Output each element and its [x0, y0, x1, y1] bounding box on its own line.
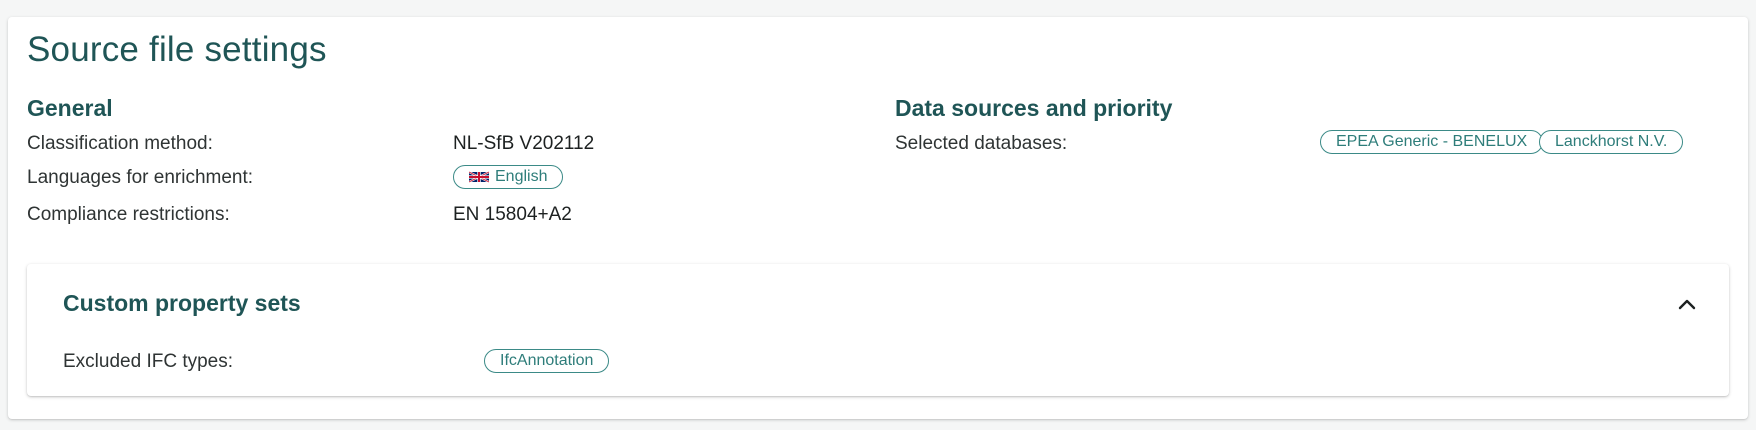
uk-flag-icon	[469, 171, 489, 183]
source-file-settings-card: Source file settings General Classificat…	[8, 17, 1748, 419]
database-chip-epea: EPEA Generic - BENELUX	[1320, 130, 1544, 154]
excluded-ifc-types-label: Excluded IFC types:	[63, 351, 234, 372]
classification-method-label: Classification method:	[27, 133, 213, 154]
languages-label: Languages for enrichment:	[27, 167, 254, 188]
page-title: Source file settings	[27, 30, 327, 69]
compliance-restrictions-value: EN 15804+A2	[453, 204, 572, 225]
selected-databases-label: Selected databases:	[895, 133, 1068, 154]
custom-property-sets-heading: Custom property sets	[63, 290, 301, 316]
collapse-toggle-button[interactable]	[1673, 290, 1701, 318]
language-chip-english: English	[453, 165, 564, 189]
general-heading: General	[27, 95, 113, 121]
chevron-up-icon	[1678, 299, 1696, 310]
data-sources-heading: Data sources and priority	[895, 95, 1173, 121]
excluded-ifc-type-chip: IfcAnnotation	[484, 349, 610, 373]
compliance-restrictions-label: Compliance restrictions:	[27, 204, 230, 225]
database-chip-lanckhorst: Lanckhorst N.V.	[1539, 130, 1684, 154]
custom-property-sets-panel: Custom property sets Excluded IFC types:…	[27, 264, 1729, 396]
language-chip-label: English	[495, 168, 548, 185]
classification-method-value: NL-SfB V202112	[453, 133, 595, 154]
